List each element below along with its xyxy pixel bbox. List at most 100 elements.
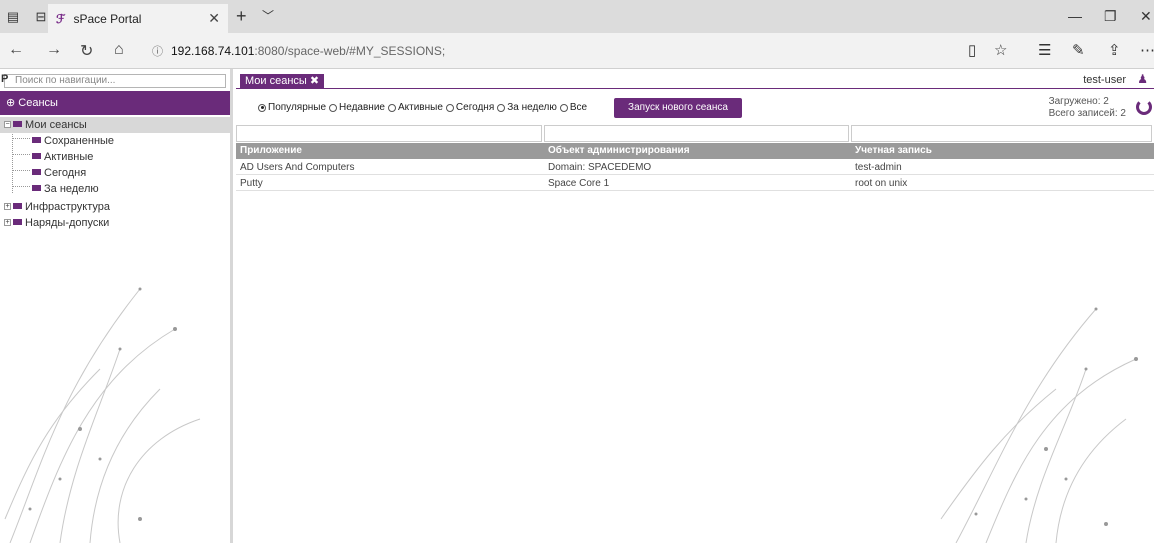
browser-tab-title: sPace Portal: [73, 11, 142, 26]
expand-icon[interactable]: +: [4, 218, 11, 226]
filter-label: Все: [569, 102, 588, 113]
tree-item-label: Сохраненные: [44, 135, 115, 147]
filter-week[interactable]: За неделю: [497, 102, 557, 113]
restore-icon[interactable]: ❐: [1104, 8, 1117, 25]
share-icon[interactable]: ⇪: [1108, 41, 1121, 59]
home-icon[interactable]: ⌂: [114, 41, 124, 59]
radio-icon[interactable]: [445, 103, 454, 112]
loaded-count: Загружено: 2: [1048, 96, 1109, 107]
tree-item-my-sessions[interactable]: − Мои сеансы: [0, 117, 230, 133]
favorite-star-icon[interactable]: ☆: [994, 41, 1007, 59]
expand-icon[interactable]: +: [4, 202, 11, 210]
column-filter-input[interactable]: [236, 125, 542, 142]
refresh-icon[interactable]: [1136, 99, 1152, 115]
radio-icon[interactable]: [559, 103, 568, 112]
tree-guide: [12, 138, 30, 139]
close-tab-icon[interactable]: ✕: [208, 10, 220, 27]
folder-icon: [13, 219, 22, 226]
filter-label: Сегодня: [455, 102, 495, 113]
filter-active[interactable]: Активные: [387, 102, 443, 113]
tree-item-week[interactable]: За неделю: [32, 181, 99, 197]
filter-radio-group: Популярные Недавние Активные Сегодня За …: [258, 102, 590, 113]
address-bar: ← → ↻ ⌂ ⓘ 192.168.74.101:8080/space-web/…: [0, 33, 1154, 69]
browser-tab[interactable]: ℱ sPace Portal ✕: [48, 4, 228, 33]
favorites-hub-icon[interactable]: ☰: [1038, 41, 1051, 59]
folder-icon: [13, 121, 22, 128]
tree-item-label: Наряды-допуски: [25, 217, 110, 229]
column-filter-input[interactable]: [543, 125, 849, 142]
filter-label: Недавние: [339, 102, 385, 113]
column-header[interactable]: Учетная запись: [851, 143, 1154, 159]
tree-item-saved[interactable]: Сохраненные: [32, 133, 114, 149]
user-icon[interactable]: ♟: [1137, 72, 1148, 86]
radio-icon[interactable]: [258, 103, 266, 112]
filter-all[interactable]: Все: [559, 102, 588, 113]
folder-icon: [32, 153, 41, 160]
filter-label: Популярные: [268, 102, 327, 113]
table-header: Приложение Объект администрирования Учет…: [236, 143, 1154, 159]
launch-new-session-button[interactable]: Запуск нового сеанса: [614, 98, 742, 118]
url-field[interactable]: ⓘ 192.168.74.101:8080/space-web/#MY_SESS…: [152, 41, 1018, 61]
filter-popular[interactable]: Популярные: [258, 102, 326, 113]
radio-icon[interactable]: [497, 103, 506, 112]
navigation-search-input[interactable]: P Поиск по навигации...: [1, 73, 226, 88]
tree-item-label: Инфраструктура: [25, 201, 111, 213]
chevron-down-icon[interactable]: ﹀: [262, 7, 274, 24]
tree-item-label: За неделю: [44, 183, 99, 195]
refresh-icon[interactable]: ↻: [80, 41, 93, 61]
table-cell: Putty: [240, 178, 263, 189]
close-tab-icon[interactable]: ✖: [310, 75, 319, 87]
new-tab-icon[interactable]: +: [236, 6, 247, 27]
records-summary: Загружено: 2 Всего записей: 2: [1049, 96, 1126, 120]
total-count: Всего записей: 2: [1048, 108, 1126, 119]
table-row[interactable]: AD Users And Computers Domain: SPACEDEMO…: [236, 160, 1154, 175]
column-filter-row: [236, 125, 1154, 143]
sessions-section-header[interactable]: ⊕ Сеансы: [0, 91, 230, 115]
tree-item-active[interactable]: Активные: [32, 149, 93, 165]
radio-icon[interactable]: [387, 103, 396, 112]
url-host: 192.168.74.101: [171, 44, 255, 58]
decorative-swirl: [940, 307, 1138, 543]
notes-icon[interactable]: ✎: [1072, 41, 1085, 59]
table-cell: root on unix: [855, 178, 908, 189]
tree-item-permits[interactable]: + Наряды-допуски: [4, 215, 109, 231]
content-tab-strip: Мои сеансы ✖ test-user ♟: [236, 69, 1154, 89]
column-filter-input[interactable]: [850, 125, 1152, 142]
favicon-icon: ℱ: [56, 11, 66, 26]
column-header[interactable]: Приложение: [236, 143, 544, 159]
more-icon[interactable]: ⋯: [1140, 41, 1154, 59]
tree-item-today[interactable]: Сегодня: [32, 165, 86, 181]
sessions-icon: ⊕: [6, 97, 19, 109]
folder-icon: [32, 185, 41, 192]
filter-today[interactable]: Сегодня: [445, 102, 495, 113]
filter-label: За неделю: [507, 102, 557, 113]
username-label[interactable]: test-user: [1083, 74, 1126, 86]
minimize-icon[interactable]: —: [1068, 8, 1082, 24]
search-icon: P: [1, 73, 9, 85]
back-icon[interactable]: ←: [8, 41, 24, 59]
close-window-icon[interactable]: ✕: [1140, 8, 1152, 25]
tree-guide: [12, 170, 30, 171]
table-cell: Domain: SPACEDEMO: [548, 162, 652, 173]
folder-icon: [13, 203, 22, 210]
table-row[interactable]: Putty Space Core 1 root on unix: [236, 176, 1154, 191]
tree-item-label: Активные: [44, 151, 94, 163]
tab-label: Мои сеансы: [245, 75, 307, 87]
tree-item-infrastructure[interactable]: + Инфраструктура: [4, 199, 110, 215]
info-icon: ⓘ: [152, 46, 163, 58]
sidebar: P Поиск по навигации... ⊕ Сеансы − Мои се…: [0, 69, 233, 543]
forward-icon[interactable]: →: [46, 41, 62, 59]
tab-my-sessions[interactable]: Мои сеансы ✖: [240, 74, 325, 89]
table-cell: AD Users And Computers: [240, 162, 355, 173]
folder-icon: [32, 169, 41, 176]
reading-view-icon[interactable]: ▯: [968, 41, 976, 59]
radio-icon[interactable]: [329, 103, 338, 112]
collapse-icon[interactable]: −: [4, 120, 11, 128]
tree-item-label: Мои сеансы: [25, 119, 87, 131]
folder-icon: [32, 137, 41, 144]
sessions-section-title: Сеансы: [18, 97, 58, 109]
tab-actions-icon[interactable]: ▤: [2, 6, 24, 28]
column-header[interactable]: Объект администрирования: [544, 143, 851, 159]
filter-recent[interactable]: Недавние: [329, 102, 385, 113]
tree-guide: [12, 186, 30, 187]
